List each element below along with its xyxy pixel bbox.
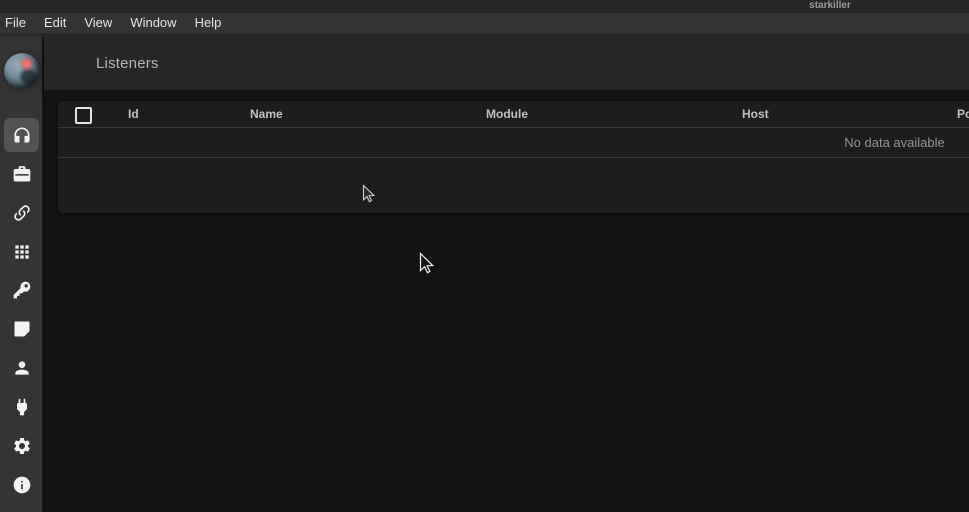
person-icon bbox=[12, 358, 32, 378]
listeners-table: Id Name Module Host Port No data availab… bbox=[58, 101, 969, 213]
info-icon bbox=[12, 475, 32, 495]
window-titlebar: starkiller bbox=[0, 0, 969, 13]
app-bar: Listeners bbox=[44, 37, 969, 90]
starkiller-logo bbox=[4, 53, 40, 89]
sidebar-item-stagers[interactable] bbox=[4, 157, 39, 191]
window-title: starkiller bbox=[790, 0, 870, 13]
menu-help[interactable]: Help bbox=[186, 13, 231, 33]
table-footer bbox=[58, 158, 969, 212]
sidebar-item-connections[interactable] bbox=[4, 196, 39, 230]
headset-icon bbox=[12, 125, 32, 145]
no-data-message: No data available bbox=[817, 128, 969, 158]
sidebar-item-credentials[interactable] bbox=[4, 273, 39, 307]
key-icon bbox=[12, 280, 32, 300]
menu-file[interactable]: File bbox=[0, 13, 35, 33]
grid-icon bbox=[12, 242, 32, 262]
sidebar-item-users[interactable] bbox=[4, 351, 39, 385]
sidebar-item-modules[interactable] bbox=[4, 235, 39, 269]
select-all-checkbox[interactable] bbox=[75, 107, 92, 124]
sidebar-item-settings[interactable] bbox=[4, 429, 39, 463]
menu-view[interactable]: View bbox=[75, 13, 121, 33]
sidebar-item-listeners[interactable] bbox=[4, 118, 39, 152]
column-header-host[interactable]: Host bbox=[742, 101, 769, 128]
menu-bar: File Edit View Window Help bbox=[0, 13, 969, 37]
link-icon bbox=[12, 203, 32, 223]
column-header-name[interactable]: Name bbox=[250, 101, 283, 128]
plug-icon bbox=[12, 397, 32, 417]
table-header-row: Id Name Module Host Port bbox=[58, 101, 969, 128]
table-empty-row: No data available bbox=[58, 128, 969, 158]
sidebar-item-plugins[interactable] bbox=[4, 390, 39, 424]
column-header-id[interactable]: Id bbox=[128, 101, 139, 128]
sidebar-item-about[interactable] bbox=[4, 468, 39, 502]
briefcase-icon bbox=[12, 164, 32, 184]
menu-edit[interactable]: Edit bbox=[35, 13, 75, 33]
sidebar-item-reporting[interactable] bbox=[4, 312, 39, 346]
page-title: Listeners bbox=[96, 55, 159, 72]
sidebar-nav bbox=[0, 37, 43, 512]
column-header-module[interactable]: Module bbox=[486, 101, 528, 128]
column-header-port[interactable]: Port bbox=[957, 101, 969, 128]
note-icon bbox=[12, 319, 32, 339]
gear-icon bbox=[12, 436, 32, 456]
menu-window[interactable]: Window bbox=[121, 13, 185, 33]
